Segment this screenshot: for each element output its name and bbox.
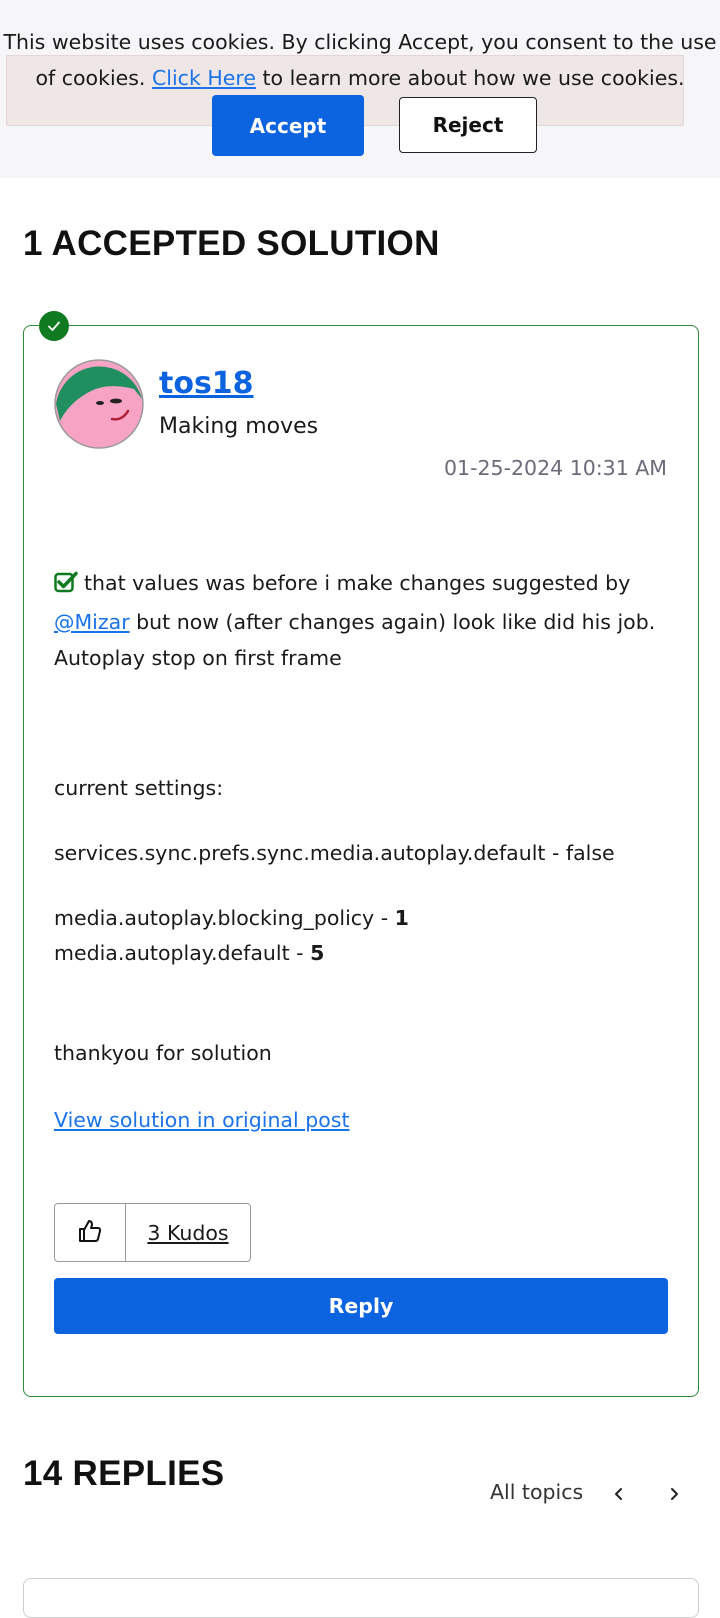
- reply-button[interactable]: Reply: [54, 1278, 668, 1334]
- post-body-paragraph: that values was before i make changes su…: [54, 565, 674, 676]
- post-timestamp: 01-25-2024 10:31 AM: [444, 456, 667, 480]
- accept-cookies-button[interactable]: Accept: [212, 95, 364, 156]
- chevron-left-icon: [613, 1486, 625, 1505]
- checked-box-icon: [54, 568, 78, 604]
- setting-label: media.autoplay.blocking_policy -: [54, 906, 395, 930]
- post-line-1: that values was before i make changes su…: [84, 571, 631, 595]
- thanks-text: thankyou for solution: [54, 1041, 272, 1065]
- view-solution-link[interactable]: View solution in original post: [54, 1108, 349, 1132]
- replies-heading: 14 REPLIES: [23, 1454, 225, 1493]
- cookie-banner: This website uses cookies. By clicking A…: [0, 0, 720, 178]
- setting-sync-autoplay: services.sync.prefs.sync.media.autoplay.…: [54, 841, 615, 865]
- mention-link[interactable]: @Mizar: [54, 610, 130, 634]
- kudos-count-link[interactable]: 3 Kudos: [126, 1204, 250, 1261]
- all-topics-link[interactable]: All topics: [490, 1480, 583, 1504]
- setting-value: 1: [394, 906, 409, 930]
- thumbs-up-icon: [77, 1218, 103, 1248]
- setting-blocking-policy: media.autoplay.blocking_policy - 1: [54, 900, 409, 936]
- solved-check-icon: [39, 311, 69, 341]
- cookie-text-after: to learn more about how we use cookies.: [255, 66, 685, 90]
- post-line-2: but now (after changes again) look like …: [129, 610, 656, 634]
- setting-label: media.autoplay.default -: [54, 941, 311, 965]
- kudos-widget: 3 Kudos: [54, 1203, 251, 1262]
- reject-cookies-button[interactable]: Reject: [399, 97, 537, 153]
- previous-topic-button[interactable]: [607, 1483, 631, 1507]
- setting-autoplay-default: media.autoplay.default - 5: [54, 935, 324, 971]
- next-topic-button[interactable]: [662, 1483, 686, 1507]
- settings-label: current settings:: [54, 776, 224, 800]
- setting-value: 5: [310, 941, 325, 965]
- accepted-solution-heading: 1 ACCEPTED SOLUTION: [23, 224, 440, 263]
- post-line-3: Autoplay stop on first frame: [54, 646, 342, 670]
- post-time: 10:31 AM: [569, 456, 667, 480]
- chevron-right-icon: [668, 1486, 680, 1505]
- reply-card: [23, 1578, 699, 1618]
- avatar[interactable]: [54, 359, 144, 449]
- cookie-message: This website uses cookies. By clicking A…: [0, 24, 720, 96]
- author-name-link[interactable]: tos18: [159, 366, 254, 401]
- author-rank: Making moves: [159, 414, 319, 439]
- cookie-learn-more-link[interactable]: Click Here: [152, 66, 256, 90]
- kudo-button[interactable]: [55, 1204, 126, 1261]
- post-date: 01-25-2024: [444, 456, 564, 480]
